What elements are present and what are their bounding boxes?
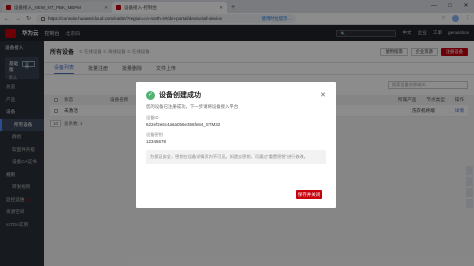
device-id-label: 设备ID bbox=[146, 115, 159, 120]
device-created-dialog: ✓ 设备创建成功 ✕ 您的设备已注册成功，下一步请将设备接入平台 设备ID 62… bbox=[136, 82, 336, 208]
security-note: 为保证安全，密钥在设备详情页内不可见。如遗忘密钥，可通过"重置密钥"进行修改。 bbox=[146, 150, 326, 164]
close-icon[interactable]: ✕ bbox=[320, 91, 326, 99]
dialog-title: 设备创建成功 bbox=[159, 92, 201, 99]
device-id-value: 622ef2e6c4a6a056e356fe84_STM32 bbox=[146, 122, 221, 127]
dialog-description: 您的设备已注册成功，下一步请将设备接入平台 bbox=[146, 104, 239, 109]
dialog-header: ✓ 设备创建成功 ✕ bbox=[146, 90, 326, 100]
device-secret-label: 设备密钥 bbox=[146, 132, 163, 137]
save-and-close-button[interactable]: 保存并关闭 bbox=[296, 190, 322, 199]
device-secret-value: 12345678 bbox=[146, 139, 167, 144]
success-check-icon: ✓ bbox=[146, 90, 155, 100]
